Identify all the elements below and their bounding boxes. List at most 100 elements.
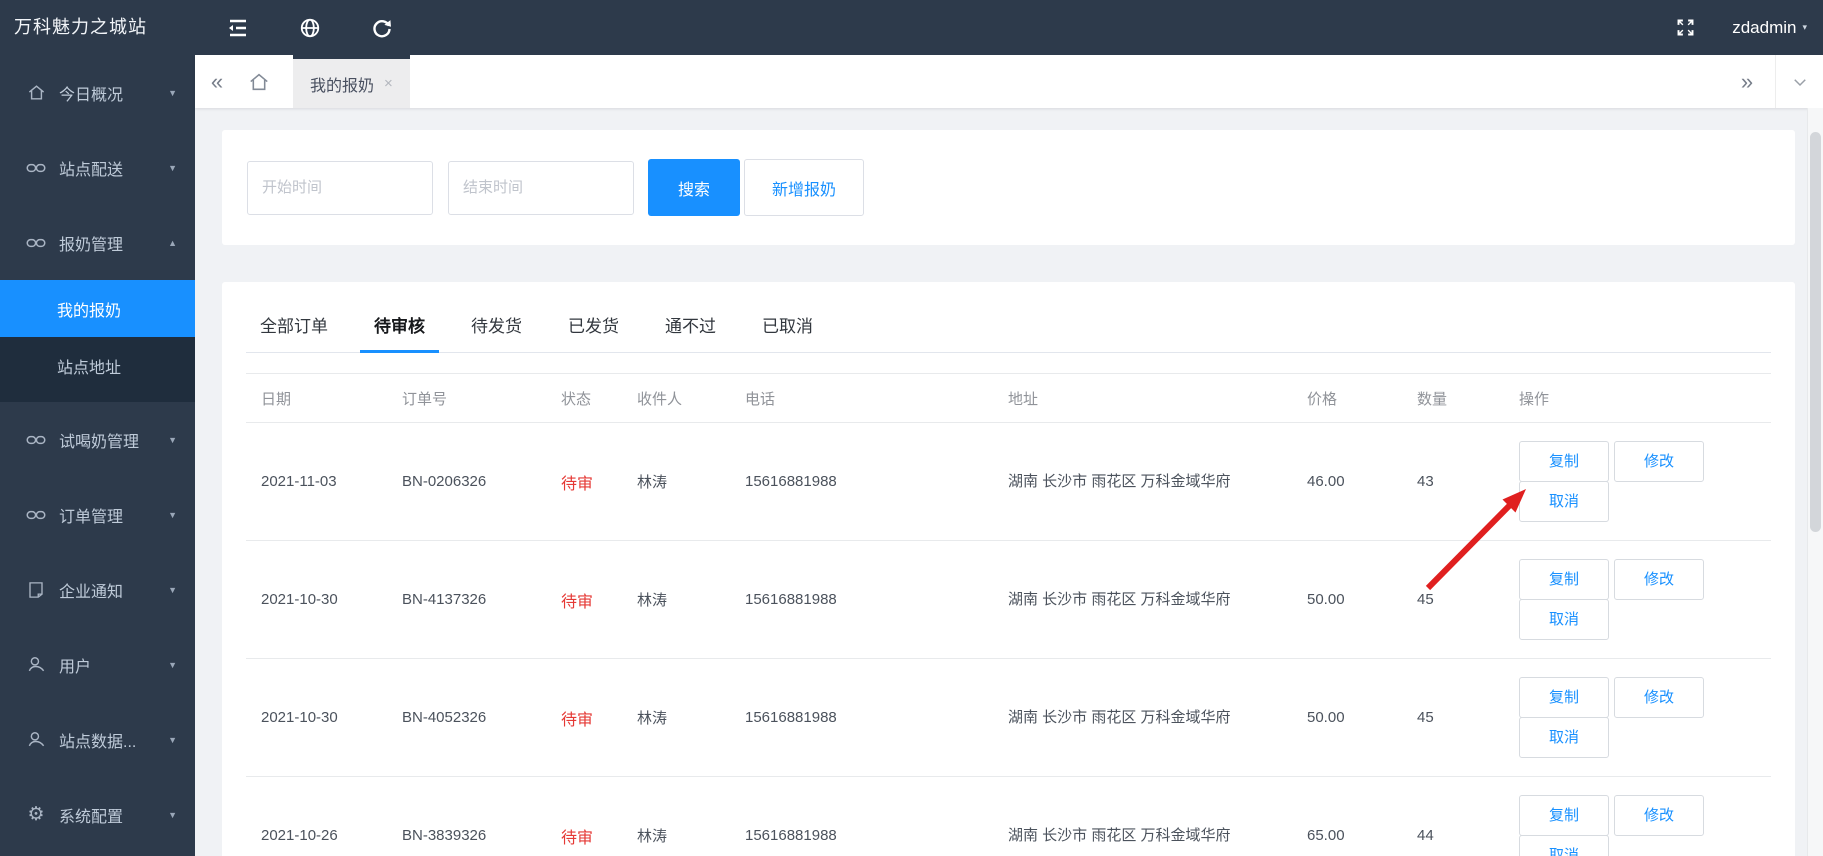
sidebar-item-today-overview[interactable]: 今日概况 ▼	[0, 55, 195, 130]
sidebar-item-label: 今日概况	[59, 86, 124, 104]
price-cell: 46.00	[1307, 473, 1345, 490]
search-button[interactable]: 搜索	[648, 159, 740, 216]
globe-icon[interactable]	[297, 15, 323, 41]
link-icon	[26, 158, 46, 178]
price-cell: 50.00	[1307, 591, 1345, 608]
address-cell: 湖南 长沙市 雨花区 万科金域华府	[1008, 590, 1231, 608]
close-icon[interactable]: ×	[384, 75, 393, 92]
col-date: 日期	[261, 390, 292, 408]
refresh-icon[interactable]	[369, 15, 395, 41]
scrollbar-thumb[interactable]	[1810, 132, 1821, 532]
link-icon	[26, 430, 46, 450]
topbar-icons	[225, 15, 395, 41]
sidebar-item-label: 站点数据...	[59, 733, 137, 751]
phone-cell: 15616881988	[745, 827, 837, 844]
phone-cell: 15616881988	[745, 591, 837, 608]
topbar-right: zdadmin ▾	[1672, 15, 1823, 41]
copy-button[interactable]: 复制	[1519, 795, 1609, 836]
sidebar-item-milk-report-mgmt[interactable]: 报奶管理 ▲	[0, 205, 195, 280]
actions-cell: 复制 取消 修改	[1519, 677, 1771, 758]
modify-button[interactable]: 修改	[1614, 441, 1704, 482]
tab-cancelled[interactable]: 已取消	[748, 300, 827, 352]
table-body: 2021-11-03 BN-0206326 待审 林涛 15616881988 湖南 长沙…	[246, 423, 1771, 856]
tags-menu-chevron[interactable]	[1775, 55, 1823, 108]
fullscreen-icon[interactable]	[1672, 15, 1698, 41]
sidebar-item-label: 站点配送	[59, 161, 124, 179]
tab-all-orders[interactable]: 全部订单	[246, 300, 342, 352]
caret-down-icon: ▼	[168, 659, 177, 670]
col-actions: 操作	[1519, 390, 1550, 408]
gear-icon: ⚙	[27, 804, 45, 825]
qty-cell: 45	[1417, 591, 1434, 608]
collapse-sidebar-icon[interactable]	[225, 15, 251, 41]
table-row: 2021-10-30 BN-4137326 待审 林涛 15616881988 湖南 长沙…	[246, 541, 1771, 659]
vertical-scrollbar[interactable]	[1807, 108, 1823, 856]
receiver-cell: 林涛	[637, 592, 668, 609]
receiver-cell: 林涛	[637, 474, 668, 491]
sidebar-item-users[interactable]: 用户 ▼	[0, 627, 195, 702]
sidebar-item-system-config[interactable]: ⚙ 系统配置 ▼	[0, 777, 195, 852]
tab-pending-shipment[interactable]: 待发货	[457, 300, 536, 352]
start-time-input[interactable]	[247, 160, 433, 215]
tab-rejected[interactable]: 通不过	[651, 300, 730, 352]
user-menu[interactable]: zdadmin ▾	[1732, 18, 1807, 38]
copy-button[interactable]: 复制	[1519, 677, 1609, 718]
order-no-cell: BN-4052326	[402, 709, 487, 726]
qty-cell: 43	[1417, 473, 1434, 490]
user-icon	[26, 655, 46, 675]
end-time-input[interactable]	[448, 160, 634, 215]
status-badge: 待审	[561, 475, 594, 493]
tags-scroll-left-button[interactable]: «	[195, 69, 239, 95]
tags-bar: « 我的报奶 × »	[195, 55, 1823, 108]
username-label: zdadmin	[1732, 17, 1797, 37]
caret-down-icon: ▼	[168, 87, 177, 98]
screen: 万科魅力之城站 zdadmin ▾ 今日概况 ▼ 站点配送 ▼ 报奶管理 ▲ 我…	[0, 0, 1823, 856]
col-phone: 电话	[745, 390, 776, 408]
add-milk-report-button[interactable]: 新增报奶	[744, 159, 864, 216]
caret-down-icon: ▼	[168, 434, 177, 445]
sidebar-item-my-milk-report[interactable]: 我的报奶	[0, 280, 195, 337]
tab-my-milk-report[interactable]: 我的报奶 ×	[293, 55, 410, 108]
actions-cell: 复制 取消 修改	[1519, 795, 1771, 856]
tags-bar-right: »	[1719, 55, 1823, 108]
date-cell: 2021-10-30	[261, 709, 338, 726]
table-row: 2021-10-26 BN-3839326 待审 林涛 15616881988 湖南 长沙…	[246, 777, 1771, 856]
caret-up-icon: ▲	[168, 237, 177, 248]
sidebar: 今日概况 ▼ 站点配送 ▼ 报奶管理 ▲ 我的报奶 站点地址 试喝奶管理 ▼ 订…	[0, 55, 195, 856]
qty-cell: 45	[1417, 709, 1434, 726]
home-tab-icon[interactable]	[239, 71, 279, 93]
sidebar-item-label: 系统配置	[59, 808, 124, 826]
modify-button[interactable]: 修改	[1614, 795, 1704, 836]
col-status: 状态	[561, 390, 592, 408]
app-logo: 万科魅力之城站	[14, 17, 147, 37]
orders-panel: 全部订单 待审核 待发货 已发货 通不过 已取消 日期 订单号 状态 收件人 电…	[222, 282, 1795, 856]
modify-button[interactable]: 修改	[1614, 559, 1704, 600]
tab-pending-review[interactable]: 待审核	[360, 300, 439, 353]
sidebar-item-order-mgmt[interactable]: 订单管理 ▼	[0, 477, 195, 552]
caret-down-icon: ▼	[168, 734, 177, 745]
copy-button[interactable]: 复制	[1519, 441, 1609, 482]
sidebar-item-label: 用户	[59, 658, 92, 676]
sidebar-item-trial-milk-mgmt[interactable]: 试喝奶管理 ▼	[0, 402, 195, 477]
col-address: 地址	[1008, 390, 1039, 408]
sidebar-item-site-address[interactable]: 站点地址	[0, 337, 195, 394]
sidebar-item-label: 订单管理	[59, 508, 124, 526]
cancel-button[interactable]: 取消	[1519, 481, 1609, 522]
search-panel: 搜索 新增报奶	[222, 130, 1795, 245]
cancel-button[interactable]: 取消	[1519, 599, 1609, 640]
tab-shipped[interactable]: 已发货	[554, 300, 633, 352]
cancel-button[interactable]: 取消	[1519, 835, 1609, 856]
cancel-button[interactable]: 取消	[1519, 717, 1609, 758]
sidebar-item-site-delivery[interactable]: 站点配送 ▼	[0, 130, 195, 205]
qty-cell: 44	[1417, 827, 1434, 844]
copy-button[interactable]: 复制	[1519, 559, 1609, 600]
status-badge: 待审	[561, 829, 594, 847]
status-badge: 待审	[561, 593, 594, 611]
link-icon	[26, 505, 46, 525]
sidebar-item-company-notice[interactable]: 企业通知 ▼	[0, 552, 195, 627]
address-cell: 湖南 长沙市 雨花区 万科金域华府	[1008, 826, 1231, 844]
tags-scroll-right-button[interactable]: »	[1719, 55, 1775, 108]
sidebar-item-site-data[interactable]: 站点数据... ▼	[0, 702, 195, 777]
phone-cell: 15616881988	[745, 709, 837, 726]
modify-button[interactable]: 修改	[1614, 677, 1704, 718]
